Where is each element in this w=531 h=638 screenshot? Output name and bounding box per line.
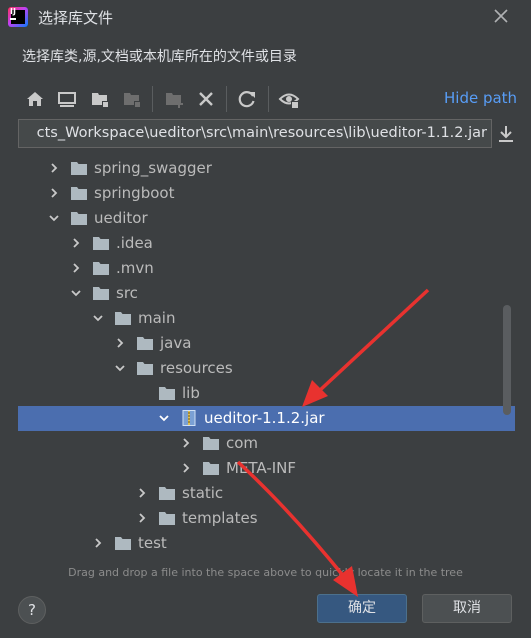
jar-archive-icon <box>182 410 196 426</box>
tree-item-label: springboot <box>94 184 175 202</box>
chevron-down-icon[interactable] <box>114 362 126 374</box>
tree-item-folder[interactable]: resources <box>18 356 515 381</box>
drag-drop-hint: Drag and drop a file into the space abov… <box>68 566 463 579</box>
tree-item-folder[interactable]: spring_swagger <box>18 156 515 181</box>
path-input[interactable]: cts_Workspace\ueditor\src\main\resources… <box>18 119 492 148</box>
chevron-down-icon[interactable] <box>48 212 60 224</box>
tree-item-folder[interactable]: ueditor <box>18 206 515 231</box>
tree-item-folder[interactable]: test <box>18 531 515 556</box>
folder-icon <box>115 537 131 550</box>
refresh-icon[interactable] <box>236 88 258 110</box>
tree-item-label: static <box>182 484 224 502</box>
tree-item-label: main <box>138 309 176 327</box>
folder-icon <box>137 362 153 375</box>
chevron-right-icon[interactable] <box>48 162 60 174</box>
chevron-down-icon[interactable] <box>92 312 104 324</box>
download-icon[interactable] <box>494 122 518 146</box>
tree-item-folder[interactable]: com <box>18 431 515 456</box>
tree-item-label: ueditor <box>94 209 148 227</box>
toolbar-separator <box>226 86 227 112</box>
module-folder-icon <box>124 93 141 108</box>
dialog-description: 选择库类,源,文档或本机库所在的文件或目录 <box>22 49 297 65</box>
ok-button[interactable]: 确定 <box>317 594 407 623</box>
chevron-right-icon[interactable] <box>136 487 148 499</box>
folder-icon <box>159 387 175 400</box>
tree-item-folder[interactable]: src <box>18 281 515 306</box>
help-button[interactable]: ? <box>18 596 46 624</box>
chevron-right-icon[interactable] <box>114 337 126 349</box>
tree-item-folder[interactable]: springboot <box>18 181 515 206</box>
folder-icon <box>203 437 219 450</box>
close-icon[interactable] <box>489 4 513 28</box>
tree-item-label: resources <box>160 359 233 377</box>
window-title: 选择库文件 <box>38 9 114 27</box>
tree-item-label: com <box>226 434 259 452</box>
tree-item-label: .mvn <box>116 259 154 277</box>
chevron-down-icon[interactable] <box>70 287 82 299</box>
tree-item-label: META-INF <box>226 459 297 477</box>
folder-icon <box>93 262 109 275</box>
chevron-right-icon[interactable] <box>92 537 104 549</box>
tree-item-label: spring_swagger <box>94 159 212 177</box>
tree-item-label: java <box>160 334 192 352</box>
tree-item-jar[interactable]: ueditor-1.1.2.jar <box>18 406 515 431</box>
tree-item-folder[interactable]: templates <box>18 506 515 531</box>
show-hidden-icon[interactable] <box>278 88 300 110</box>
folder-icon <box>71 162 87 175</box>
toolbar-separator <box>152 86 153 112</box>
tree-item-label: templates <box>182 509 258 527</box>
path-value: cts_Workspace\ueditor\src\main\resources… <box>36 125 487 141</box>
hide-path-link[interactable]: Hide path <box>444 89 517 107</box>
chevron-right-icon[interactable] <box>70 262 82 274</box>
chevron-right-icon[interactable] <box>48 187 60 199</box>
intellij-app-icon: IJ <box>8 7 28 27</box>
project-folder-icon[interactable] <box>89 88 111 110</box>
chevron-right-icon[interactable] <box>136 512 148 524</box>
tree-item-folder[interactable]: .mvn <box>18 256 515 281</box>
folder-icon <box>115 312 131 325</box>
chevron-right-icon[interactable] <box>180 437 192 449</box>
tree-item-folder[interactable]: META-INF <box>18 456 515 481</box>
tree-item-folder[interactable]: main <box>18 306 515 331</box>
chevron-right-icon[interactable] <box>70 237 82 249</box>
toolbar-separator <box>268 86 269 112</box>
chevron-down-icon[interactable] <box>158 412 170 424</box>
folder-icon <box>137 337 153 350</box>
folder-icon <box>93 237 109 250</box>
tree-item-label: lib <box>182 384 200 402</box>
folder-icon <box>159 512 175 525</box>
cancel-button[interactable]: 取消 <box>422 594 512 623</box>
folder-icon <box>159 487 175 500</box>
home-icon[interactable] <box>24 88 46 110</box>
desktop-icon[interactable] <box>56 88 78 110</box>
tree-item-label: ueditor-1.1.2.jar <box>204 409 325 427</box>
file-tree[interactable]: spring_swagger springboot ueditor .idea .mvn… <box>18 151 515 564</box>
tree-item-folder[interactable]: static <box>18 481 515 506</box>
tree-item-folder[interactable]: .idea <box>18 231 515 256</box>
folder-icon <box>71 187 87 200</box>
folder-icon <box>71 212 87 225</box>
folder-icon <box>203 462 219 475</box>
new-folder-icon <box>166 93 183 108</box>
tree-item-label: test <box>138 534 167 552</box>
folder-icon <box>93 287 109 300</box>
tree-item-label: .idea <box>116 234 153 252</box>
delete-icon[interactable] <box>195 88 217 110</box>
tree-scrollbar[interactable] <box>503 305 511 415</box>
tree-item-folder[interactable]: lib <box>18 381 515 406</box>
tree-item-folder[interactable]: java <box>18 331 515 356</box>
chevron-right-icon[interactable] <box>180 462 192 474</box>
tree-item-label: src <box>116 284 138 302</box>
